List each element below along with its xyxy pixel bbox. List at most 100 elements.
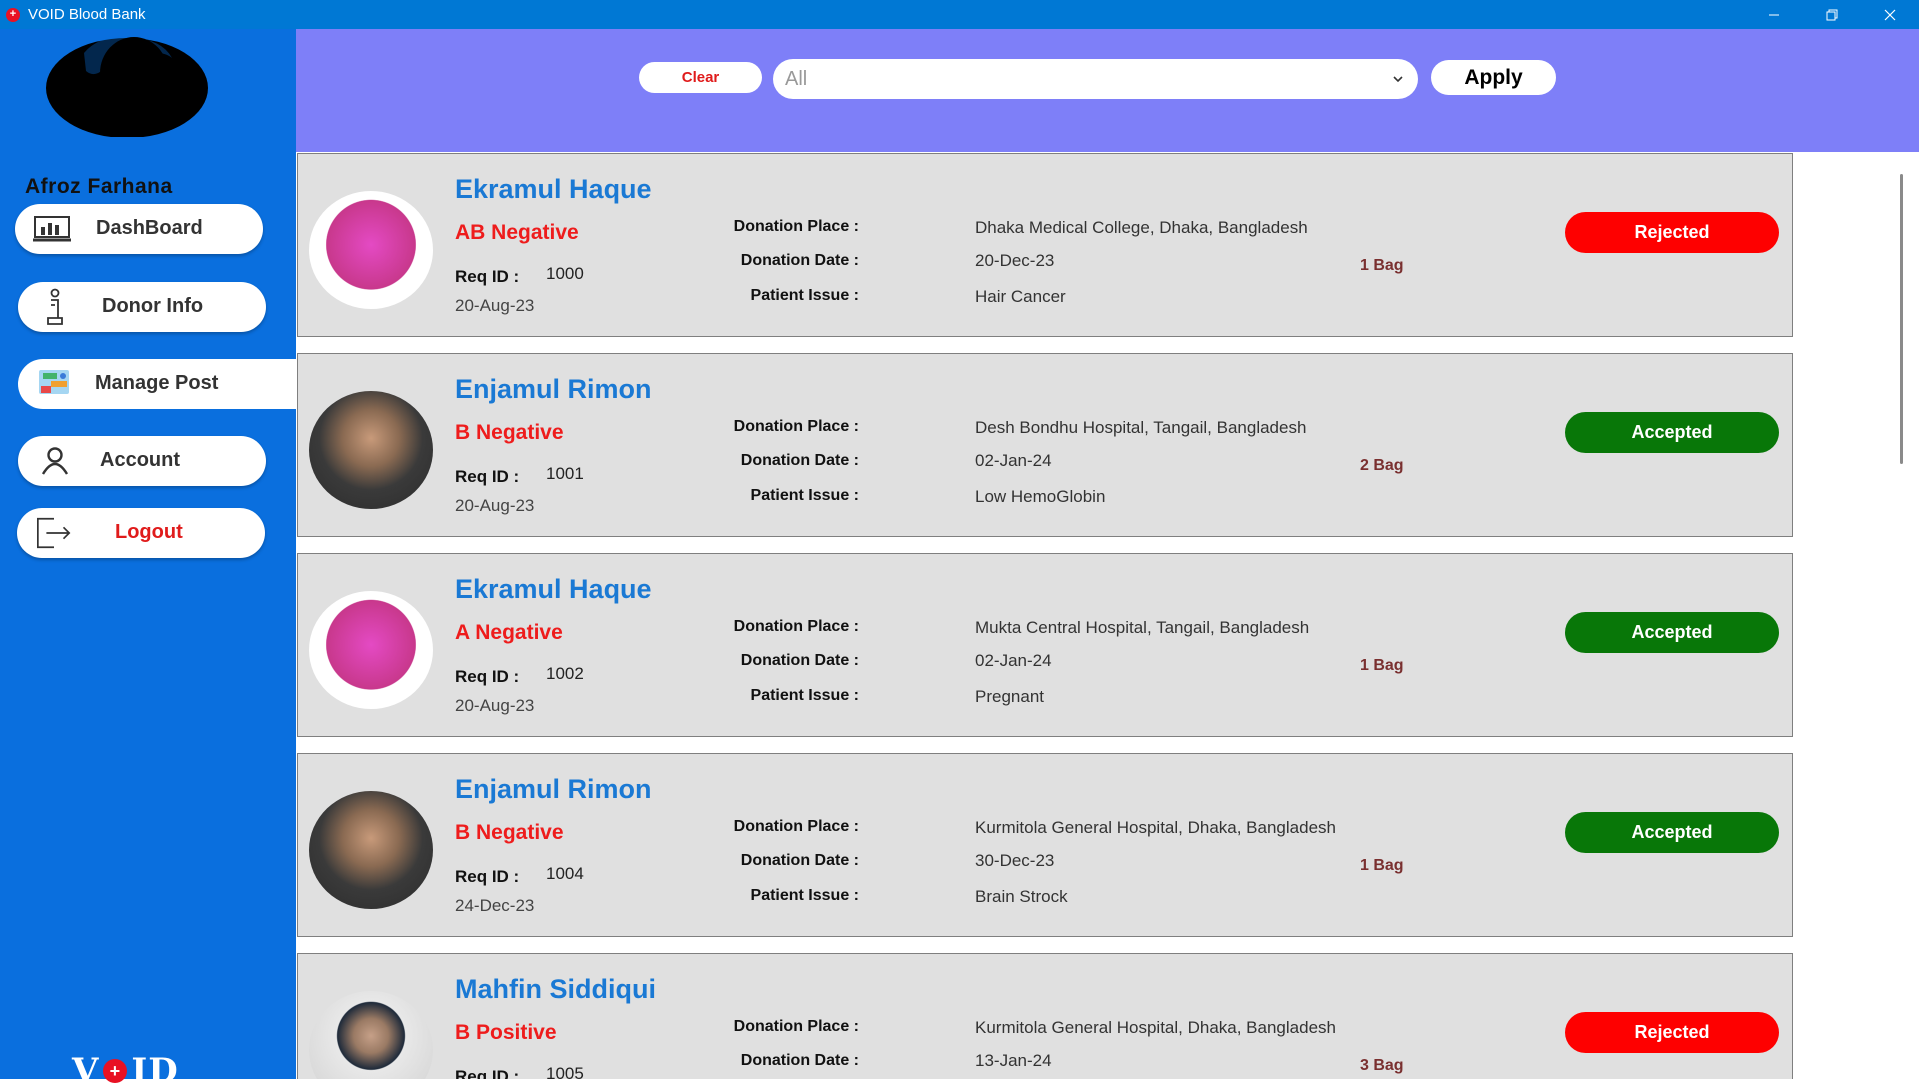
req-id-label: Req ID : — [455, 867, 520, 886]
nav-account-button[interactable]: Account — [18, 436, 266, 486]
req-id-value: 1005 — [546, 1064, 584, 1079]
donor-name: Mahfin Siddiqui — [455, 974, 656, 1004]
req-id-value: 1004 — [546, 864, 584, 883]
post-card: Ekramul Haque AB Negative Req ID : 1000 … — [297, 153, 1793, 337]
nav-donor-info-label: Donor Info — [102, 295, 204, 317]
nav-manage-post-button[interactable]: Manage Post — [18, 359, 296, 409]
logout-icon — [35, 517, 73, 549]
chevron-down-icon — [1393, 76, 1403, 83]
user-icon — [36, 445, 74, 477]
donation-date-value: 02-Jan-24 — [975, 651, 1052, 670]
donation-place-label: Donation Place : — [733, 818, 859, 835]
status-button[interactable]: Accepted — [1565, 612, 1779, 653]
donor-name: Enjamul Rimon — [455, 774, 652, 804]
req-id-label: Req ID : — [455, 267, 520, 286]
blood-group: A Negative — [455, 621, 563, 644]
post-card: Mahfin Siddiqui B Positive Req ID : 1005… — [297, 953, 1793, 1079]
status-filter-value: All — [785, 67, 808, 90]
filter-bar: Clear All Apply — [296, 29, 1919, 152]
nav-manage-post-label: Manage Post — [95, 372, 219, 394]
bag-count: 2 Bag — [1360, 457, 1404, 474]
donor-photo — [309, 591, 433, 709]
post-card: Enjamul Rimon B Negative Req ID : 1001 2… — [297, 353, 1793, 537]
nav-logout-button[interactable]: Logout — [17, 508, 265, 558]
close-icon — [1884, 9, 1896, 20]
request-date: 20-Aug-23 — [455, 696, 535, 715]
donation-place-value: Kurmitola General Hospital, Dhaka, Bangl… — [975, 1018, 1336, 1037]
donation-date-label: Donation Date : — [740, 1052, 859, 1069]
donation-place-label: Donation Place : — [733, 218, 859, 235]
username: Afroz Farhana — [25, 175, 173, 198]
req-id-label: Req ID : — [455, 1067, 520, 1079]
sidebar: Afroz Farhana DashBoard Donor Info Manag… — [0, 29, 296, 1091]
blood-group: B Negative — [455, 421, 564, 444]
donation-date-value: 02-Jan-24 — [975, 451, 1052, 470]
nav-donor-info-button[interactable]: Donor Info — [18, 282, 266, 332]
status-button[interactable]: Accepted — [1565, 412, 1779, 453]
request-date: 24-Dec-23 — [455, 896, 535, 915]
post-card: Enjamul Rimon B Negative Req ID : 1004 2… — [297, 753, 1793, 937]
patient-issue-label: Patient Issue : — [750, 887, 859, 904]
donation-place-value: Mukta Central Hospital, Tangail, Banglad… — [975, 618, 1310, 637]
nav-logout-label: Logout — [115, 521, 183, 543]
donation-place-label: Donation Place : — [733, 418, 859, 435]
restore-button[interactable] — [1803, 0, 1861, 29]
window-controls — [1745, 0, 1919, 29]
patient-issue-value: Pregnant — [975, 687, 1044, 706]
donation-date-label: Donation Date : — [740, 452, 859, 469]
clear-button[interactable]: Clear — [639, 62, 762, 93]
nav-dashboard-label: DashBoard — [96, 217, 203, 239]
donation-date-value: 13-Jan-24 — [975, 1051, 1052, 1070]
bag-count: 1 Bag — [1360, 657, 1404, 674]
req-id-label: Req ID : — [455, 667, 520, 686]
nav-dashboard-button[interactable]: DashBoard — [15, 204, 263, 254]
scrollbar[interactable] — [1900, 174, 1903, 464]
donor-photo — [309, 791, 433, 909]
donor-photo — [309, 391, 433, 509]
post-list: Ekramul Haque AB Negative Req ID : 1000 … — [296, 152, 1919, 1079]
post-card: Ekramul Haque A Negative Req ID : 1002 2… — [297, 553, 1793, 737]
request-date: 20-Aug-23 — [455, 496, 535, 515]
info-person-icon — [36, 288, 74, 325]
void-logo: V + ID — [72, 1051, 179, 1091]
status-button[interactable]: Rejected — [1565, 1012, 1779, 1053]
donor-name: Ekramul Haque — [455, 574, 652, 604]
patient-issue-label: Patient Issue : — [750, 687, 859, 704]
patient-issue-value: Brain Strock — [975, 887, 1068, 906]
status-button[interactable]: Rejected — [1565, 212, 1779, 253]
logo-v: V — [72, 1051, 100, 1091]
dashboard-chart-icon — [33, 213, 71, 245]
donation-place-value: Dhaka Medical College, Dhaka, Bangladesh — [975, 218, 1308, 237]
title-bar: + VOID Blood Bank — [0, 0, 1919, 29]
donation-date-label: Donation Date : — [740, 652, 859, 669]
apply-button[interactable]: Apply — [1431, 60, 1556, 95]
close-button[interactable] — [1861, 0, 1919, 29]
minimize-button[interactable] — [1745, 0, 1803, 29]
status-button[interactable]: Accepted — [1565, 812, 1779, 853]
blood-group: AB Negative — [455, 221, 579, 244]
posts-icon — [36, 368, 74, 400]
donor-photo — [309, 991, 433, 1079]
patient-issue-label: Patient Issue : — [750, 487, 859, 504]
donation-place-value: Desh Bondhu Hospital, Tangail, Banglades… — [975, 418, 1307, 437]
donor-name: Enjamul Rimon — [455, 374, 652, 404]
bag-count: 3 Bag — [1360, 1057, 1404, 1074]
restore-icon — [1826, 9, 1838, 20]
status-filter-select[interactable]: All — [773, 59, 1418, 99]
patient-issue-value: Hair Cancer — [975, 287, 1066, 306]
donation-place-value: Kurmitola General Hospital, Dhaka, Bangl… — [975, 818, 1336, 837]
app-icon: + — [6, 7, 20, 22]
donor-name: Ekramul Haque — [455, 174, 652, 204]
minimize-icon — [1769, 14, 1779, 15]
donation-date-label: Donation Date : — [740, 252, 859, 269]
bag-count: 1 Bag — [1360, 257, 1404, 274]
user-avatar[interactable] — [44, 33, 210, 138]
window-title: VOID Blood Bank — [28, 6, 146, 23]
donor-photo — [309, 191, 433, 309]
blood-drop-icon: + — [103, 1059, 128, 1083]
req-id-value: 1000 — [546, 264, 584, 283]
patient-issue-label: Patient Issue : — [750, 287, 859, 304]
req-id-value: 1001 — [546, 464, 584, 483]
blood-group: B Positive — [455, 1021, 557, 1044]
donation-date-value: 20-Dec-23 — [975, 251, 1055, 270]
